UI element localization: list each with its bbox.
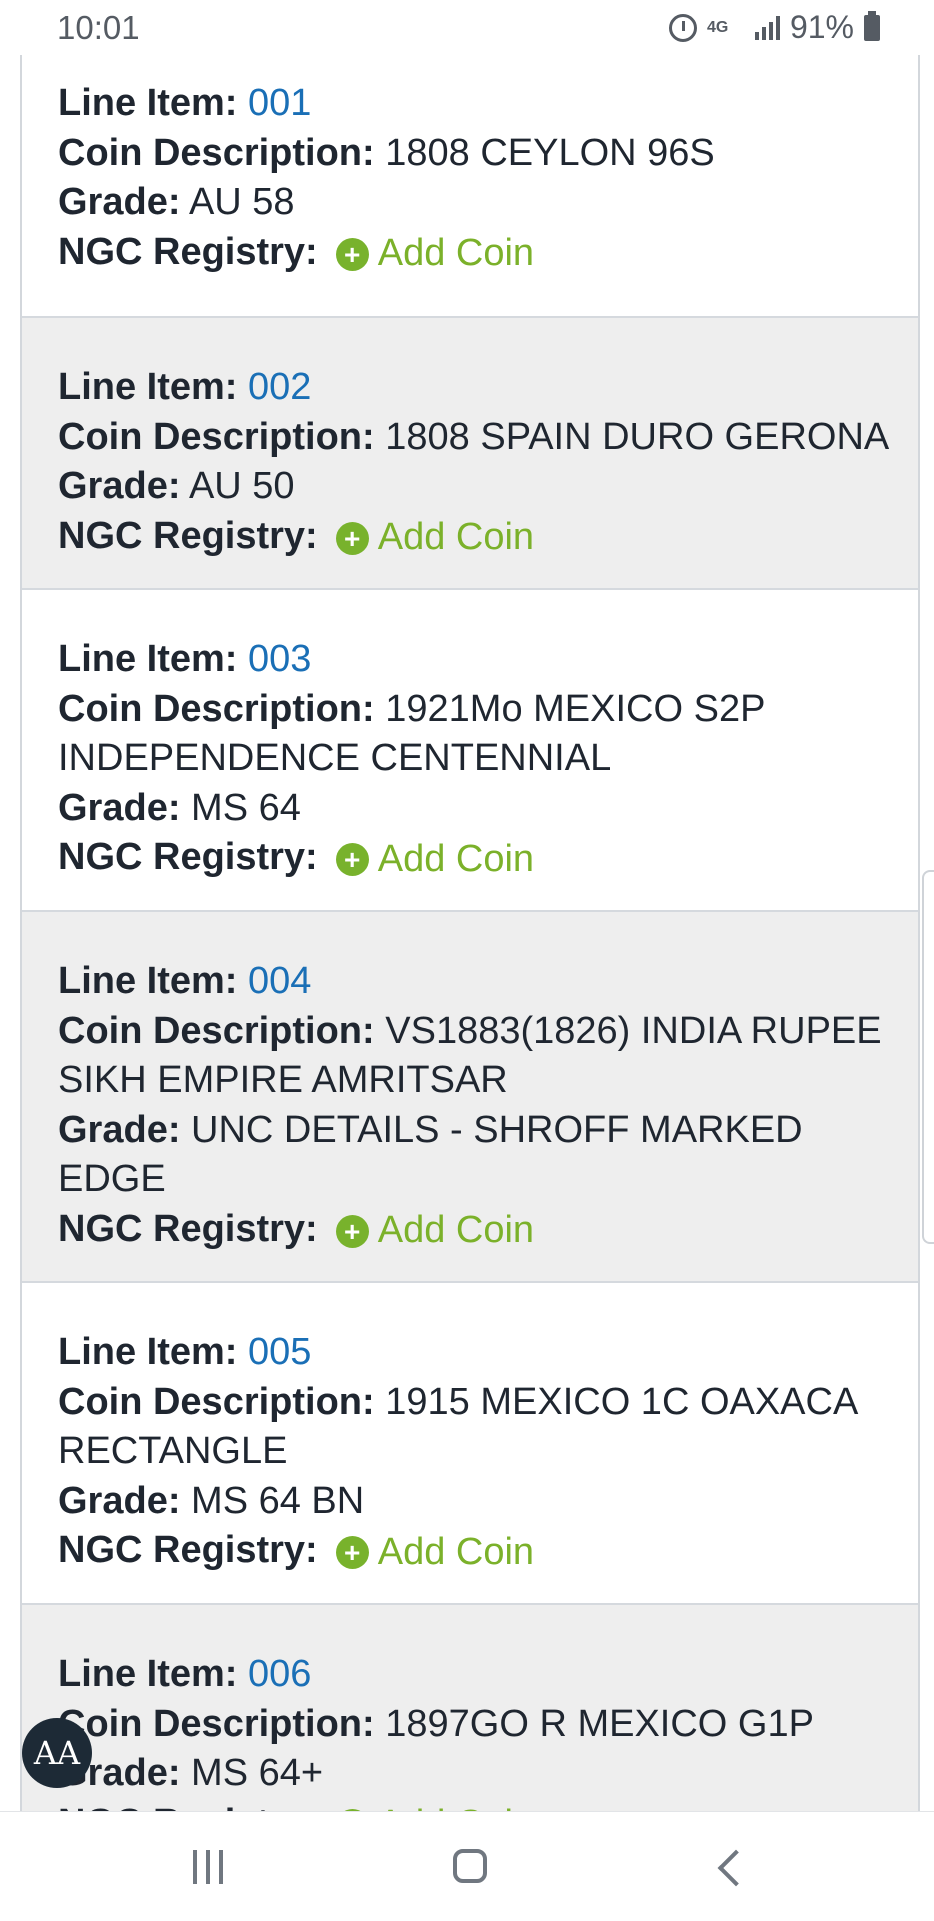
add-coin-label: Add Coin	[377, 516, 535, 559]
coin-description-label: Coin Description:	[58, 1380, 375, 1423]
line-item-label: Line Item:	[58, 960, 238, 1002]
add-coin-button[interactable]: +Add Coin	[318, 835, 534, 885]
add-coin-label: Add Coin	[377, 1209, 535, 1252]
status-icons: 4G 91%	[668, 9, 880, 46]
add-coin-label: Add Coin	[377, 232, 535, 275]
line-item-label: Line Item:	[58, 638, 238, 680]
line-item-link[interactable]: 002	[248, 366, 311, 408]
line-item-card: Line Item: 002 Coin Description: 1808 SP…	[22, 318, 918, 590]
add-coin-button[interactable]: +Add Coin	[318, 1528, 534, 1578]
ngc-registry-label: NGC Registry:	[58, 836, 318, 878]
grade-label: Grade:	[58, 181, 181, 223]
plus-circle-icon: +	[335, 237, 369, 271]
back-icon[interactable]	[717, 1849, 755, 1887]
line-item-link[interactable]: 004	[248, 960, 311, 1002]
coin-description-label: Coin Description:	[58, 1702, 375, 1745]
line-item-label: Line Item:	[58, 1653, 238, 1695]
add-coin-label: Add Coin	[377, 837, 535, 880]
line-item-link[interactable]: 003	[248, 638, 311, 680]
grade-value: MS 64 BN	[191, 1479, 365, 1522]
network-type-label: 4G	[706, 18, 729, 36]
grade-value: AU 50	[188, 465, 295, 507]
add-coin-button[interactable]: +Add Coin	[318, 1800, 534, 1811]
ngc-registry-label: NGC Registry:	[58, 230, 318, 273]
edge-panel-handle[interactable]	[922, 870, 934, 1244]
font-size-button[interactable]: AA	[22, 1718, 92, 1788]
home-icon[interactable]	[453, 1849, 487, 1883]
grade-label: Grade:	[58, 786, 181, 829]
navigation-bar	[0, 1811, 934, 1921]
ngc-registry-label: NGC Registry:	[58, 1802, 318, 1812]
add-coin-button[interactable]: +Add Coin	[318, 1206, 534, 1256]
ngc-registry-label: NGC Registry:	[58, 514, 318, 557]
coin-description-value: 1897GO R MEXICO G1P	[385, 1702, 814, 1745]
plus-circle-icon: +	[335, 843, 369, 876]
coin-description-label: Coin Description:	[58, 1009, 375, 1052]
line-item-card: Line Item: 006 Coin Description: 1897GO …	[22, 1605, 918, 1811]
ngc-registry-label: NGC Registry:	[58, 1207, 318, 1250]
line-item-label: Line Item:	[58, 82, 238, 124]
add-coin-button[interactable]: +Add Coin	[318, 229, 534, 279]
plus-circle-icon: +	[335, 1214, 369, 1248]
coin-description-value: 1808 CEYLON 96S	[385, 131, 715, 174]
line-item-link[interactable]: 005	[248, 1331, 311, 1373]
status-time: 10:01	[57, 9, 140, 46]
line-items-list[interactable]: Line Item: 001 Coin Description: 1808 CE…	[20, 55, 920, 1811]
grade-value: AU 58	[188, 181, 295, 223]
line-item-card: Line Item: 004 Coin Description: VS1883(…	[22, 912, 918, 1283]
status-bar: 10:01 4G 91%	[0, 0, 934, 55]
grade-value: MS 64	[191, 786, 301, 829]
add-coin-label: Add Coin	[377, 1530, 535, 1573]
grade-label: Grade:	[58, 1108, 181, 1151]
line-item-label: Line Item:	[58, 1331, 238, 1373]
line-item-card: Line Item: 005 Coin Description: 1915 ME…	[22, 1283, 918, 1605]
ngc-registry-label: NGC Registry:	[58, 1529, 318, 1571]
battery-percentage: 91%	[789, 9, 854, 45]
grade-label: Grade:	[58, 465, 181, 507]
battery-icon	[864, 10, 880, 41]
alarm-icon	[668, 13, 697, 42]
coin-description-label: Coin Description:	[58, 131, 375, 174]
coin-description-label: Coin Description:	[58, 687, 375, 730]
grade-value: MS 64+	[191, 1752, 324, 1794]
coin-description-value: 1808 SPAIN DURO GERONA	[385, 415, 890, 458]
grade-label: Grade:	[58, 1479, 181, 1522]
line-item-link[interactable]: 006	[248, 1653, 311, 1695]
recent-apps-icon[interactable]	[193, 1850, 223, 1884]
line-item-card: Line Item: 001 Coin Description: 1808 CE…	[22, 55, 918, 318]
plus-circle-icon: +	[335, 521, 369, 555]
coin-description-label: Coin Description:	[58, 415, 375, 458]
line-item-link[interactable]: 001	[248, 82, 311, 124]
line-item-label: Line Item:	[58, 366, 238, 408]
add-coin-label: Add Coin	[378, 1800, 534, 1811]
add-coin-button[interactable]: +Add Coin	[318, 513, 534, 563]
plus-circle-icon: +	[335, 1536, 369, 1569]
line-item-card: Line Item: 003 Coin Description: 1921Mo …	[22, 590, 918, 912]
signal-icon	[754, 15, 780, 40]
